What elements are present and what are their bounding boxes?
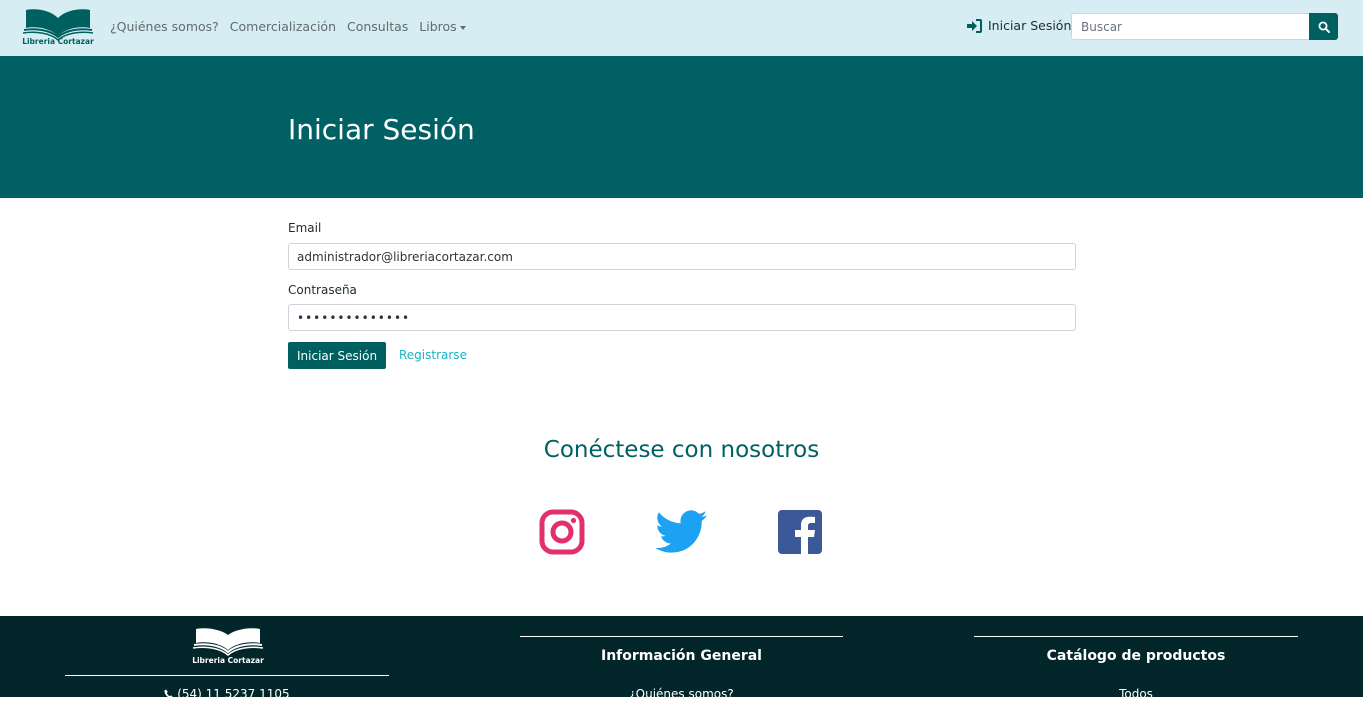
nav-item-libros-label: Libros xyxy=(419,19,457,34)
login-submit-button[interactable]: Iniciar Sesión xyxy=(288,342,387,369)
footer-link-todos[interactable]: Todos xyxy=(974,687,1298,701)
page-title: Iniciar Sesión xyxy=(288,113,475,146)
nav-item-consultas[interactable]: Consultas xyxy=(347,19,408,34)
footer-divider-right xyxy=(974,636,1298,637)
navbar: Libreria Cortazar ¿Quiénes somos? Comerc… xyxy=(0,0,1363,56)
footer-brand-name: Libreria Cortazar xyxy=(192,656,264,665)
twitter-icon[interactable] xyxy=(656,509,708,555)
brand-name: Libreria Cortazar xyxy=(22,37,94,46)
password-label: Contraseña xyxy=(288,283,357,297)
nav-item-quienes-somos[interactable]: ¿Quiénes somos? xyxy=(110,19,219,34)
footer-phone-number: (54) 11 5237 1105 xyxy=(177,687,290,701)
login-link-label: Iniciar Sesión xyxy=(988,18,1072,33)
password-field[interactable] xyxy=(288,304,1076,331)
email-label: Email xyxy=(288,221,322,235)
instagram-icon[interactable] xyxy=(539,509,585,555)
nav-item-libros[interactable]: Libros xyxy=(419,19,466,34)
footer-brand-logo xyxy=(192,628,264,656)
footer-link-quienes-somos[interactable]: ¿Quiénes somos? xyxy=(520,687,843,701)
search-icon xyxy=(1318,21,1330,33)
hero-banner: Iniciar Sesión xyxy=(0,56,1363,198)
phone-icon xyxy=(164,689,174,699)
sign-in-icon xyxy=(967,18,982,33)
footer-info-heading: Información General xyxy=(601,648,762,664)
main-nav: ¿Quiénes somos? Comercialización Consult… xyxy=(110,19,466,34)
footer-divider-middle xyxy=(520,636,843,637)
chevron-down-icon xyxy=(459,25,466,30)
register-link[interactable]: Registrarse xyxy=(399,348,467,362)
footer-divider-left xyxy=(65,675,389,676)
search-button[interactable] xyxy=(1309,13,1338,40)
search-form xyxy=(1071,13,1338,40)
email-field[interactable] xyxy=(288,243,1076,270)
connect-heading: Conéctese con nosotros xyxy=(543,437,820,463)
footer-phone[interactable]: (54) 11 5237 1105 xyxy=(65,687,389,701)
nav-item-comercializacion[interactable]: Comercialización xyxy=(230,19,336,34)
login-link[interactable]: Iniciar Sesión xyxy=(966,18,1071,33)
footer-catalog-heading: Catálogo de productos xyxy=(1046,648,1226,664)
facebook-icon[interactable] xyxy=(777,509,823,555)
search-input[interactable] xyxy=(1071,13,1309,40)
